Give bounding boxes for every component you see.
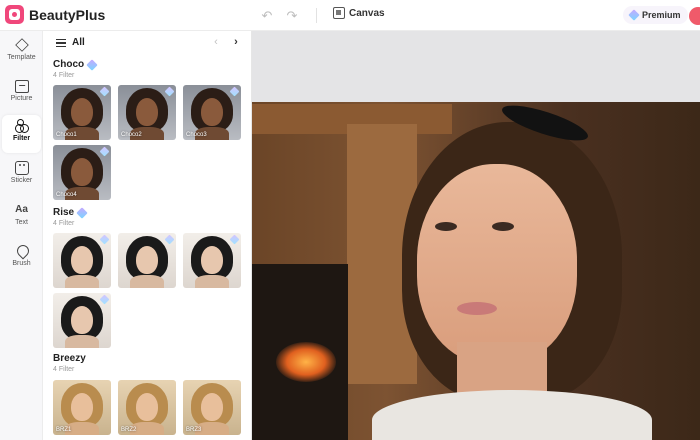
chevron-left-icon[interactable]: ‹	[210, 36, 222, 48]
filter-thumb-label: Choco2	[121, 132, 142, 138]
rail-item-label: Template	[7, 54, 36, 61]
filter-group-title: Rise	[53, 206, 88, 219]
rail-item-text[interactable]: Aa Text	[2, 199, 41, 237]
filter-thumb[interactable]: BRZ1	[53, 380, 111, 435]
filter-thumb[interactable]	[118, 233, 176, 288]
rail-item-brush[interactable]: Brush	[2, 240, 41, 278]
rail-item-filter[interactable]: Filter	[2, 115, 41, 153]
filter-group-count: 4 Filter	[53, 366, 75, 373]
filter-thumb[interactable]	[53, 233, 111, 288]
filter-group-count: 4 Filter	[53, 72, 75, 79]
diamond-icon	[76, 206, 88, 219]
text-icon: Aa	[15, 204, 28, 215]
rail-item-picture[interactable]: Picture	[2, 75, 41, 113]
filter-thumb-label: Choco1	[56, 132, 77, 138]
diamond-icon	[229, 86, 240, 97]
canvas-label: Canvas	[349, 7, 385, 19]
layers-icon	[15, 38, 29, 52]
undo-icon[interactable]: ↶	[259, 8, 275, 24]
diamond-icon	[86, 58, 98, 71]
diamond-icon	[628, 9, 640, 21]
picture-icon	[14, 79, 29, 93]
brush-icon	[15, 244, 29, 258]
filter-thumb[interactable]	[53, 293, 111, 348]
filter-thumb[interactable]: Choco2	[118, 85, 176, 140]
rail-item-label: Sticker	[10, 177, 33, 184]
diamond-icon	[99, 146, 110, 157]
edited-photo[interactable]	[252, 102, 700, 440]
filter-group-title: Breezy	[53, 353, 86, 364]
top-bar: BeautyPlus ↶ ↷ Canvas Premium	[0, 0, 700, 31]
filter-thumb[interactable]: Choco4	[53, 145, 111, 200]
filter-panel: All ‹ › Choco 4 Filter Choco1 Choco2 Cho…	[43, 31, 252, 440]
beautyplus-logo-icon	[5, 5, 24, 24]
group-name: Rise	[53, 207, 75, 218]
panel-header: All ‹ ›	[43, 31, 251, 55]
canvas-icon	[333, 7, 345, 19]
filter-thumb[interactable]: Choco3	[183, 85, 241, 140]
canvas-button[interactable]: Canvas	[333, 7, 385, 19]
diamond-icon	[164, 86, 175, 97]
rail-item-label: Picture	[10, 95, 33, 102]
menu-icon[interactable]	[56, 39, 66, 47]
filter-group-count: 4 Filter	[53, 220, 75, 227]
rail-item-label: Filter	[12, 135, 31, 142]
filter-thumb-label: BRZ3	[186, 427, 202, 433]
chevron-right-icon[interactable]: ›	[230, 36, 242, 48]
group-name: Choco	[53, 59, 85, 70]
sticker-icon	[14, 161, 29, 175]
filter-group-title: Choco	[53, 58, 98, 71]
group-name: Breezy	[53, 353, 86, 364]
redo-icon[interactable]: ↷	[284, 8, 300, 24]
rail-item-sticker[interactable]: Sticker	[2, 157, 41, 195]
filter-thumb[interactable]: BRZ3	[183, 380, 241, 435]
toolbar-divider	[316, 8, 317, 23]
avatar[interactable]	[689, 7, 700, 25]
filter-thumb-label: Choco3	[186, 132, 207, 138]
premium-button[interactable]: Premium	[623, 6, 688, 24]
panel-title: All	[72, 37, 85, 48]
premium-label: Premium	[642, 10, 681, 20]
diamond-icon	[229, 234, 240, 245]
diamond-icon	[164, 234, 175, 245]
diamond-icon	[99, 234, 110, 245]
tool-rail: Template Picture Filter Sticker Aa Text …	[0, 31, 43, 440]
filter-thumb-label: BRZ2	[121, 427, 137, 433]
filter-thumb-label: BRZ1	[56, 427, 72, 433]
diamond-icon	[99, 294, 110, 305]
filter-thumb[interactable]: Choco1	[53, 85, 111, 140]
filter-icon	[14, 119, 29, 133]
rail-item-template[interactable]: Template	[2, 34, 41, 72]
diamond-icon	[99, 86, 110, 97]
rail-item-label: Text	[15, 219, 28, 226]
app-name: BeautyPlus	[29, 7, 106, 23]
filter-thumb[interactable]	[183, 233, 241, 288]
filter-thumb-label: Choco4	[56, 192, 77, 198]
filter-thumb[interactable]: BRZ2	[118, 380, 176, 435]
rail-item-label: Brush	[12, 260, 31, 267]
